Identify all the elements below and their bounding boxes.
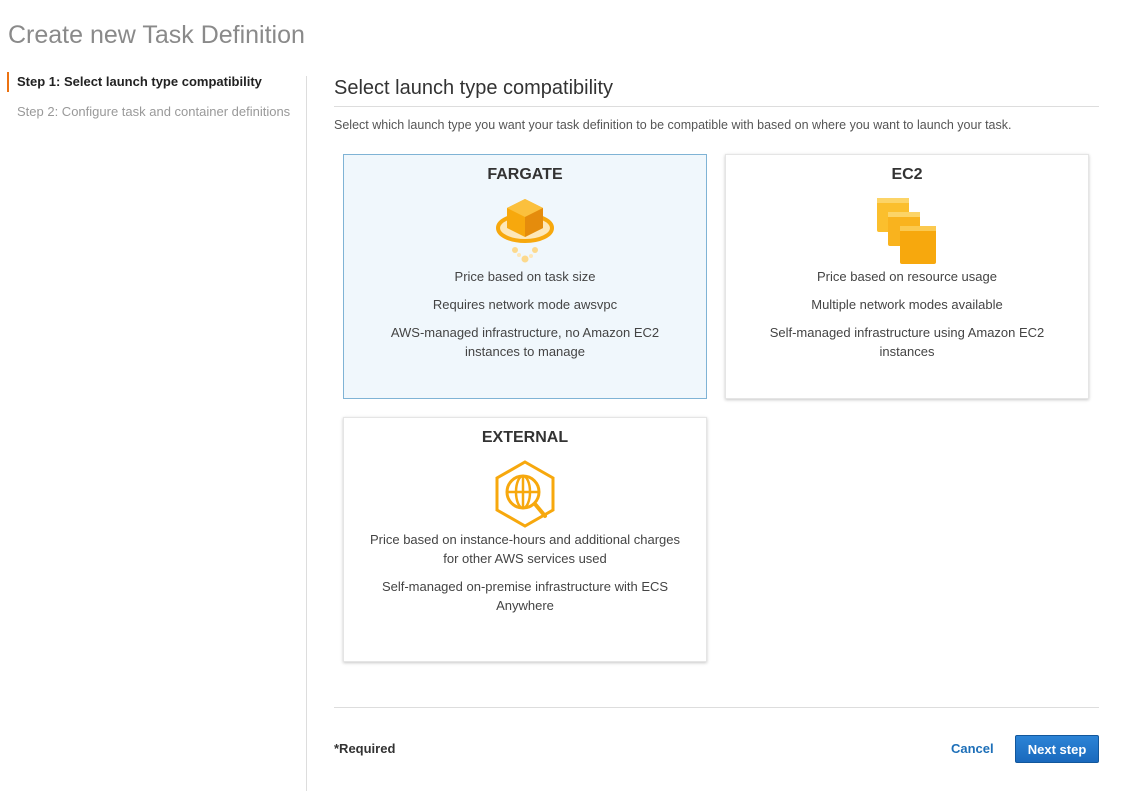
ec2-card[interactable]: EC2 Price based on resource usage Multip… bbox=[725, 154, 1089, 399]
step-2-configure-task[interactable]: Step 2: Configure task and container def… bbox=[7, 102, 297, 122]
fargate-card[interactable]: FARGATE Price based on task size Require… bbox=[343, 154, 707, 399]
feature-line: Requires network mode awsvpc bbox=[432, 297, 618, 312]
card-features: Price based on task size Requires networ… bbox=[362, 267, 688, 370]
step-1-launch-type[interactable]: Step 1: Select launch type compatibility bbox=[7, 72, 297, 92]
card-title: EC2 bbox=[891, 166, 923, 183]
feature-line: Price based on task size bbox=[454, 269, 596, 284]
cancel-button[interactable]: Cancel bbox=[951, 741, 994, 756]
feature-line: Self-managed infrastructure using Amazon… bbox=[769, 325, 1045, 359]
feature-line: Self-managed on-premise infrastructure w… bbox=[381, 579, 669, 613]
feature-line: Multiple network modes available bbox=[811, 297, 1003, 312]
section-description: Select which launch type you want your t… bbox=[334, 118, 1012, 132]
card-title: FARGATE bbox=[487, 166, 563, 183]
external-anywhere-icon bbox=[489, 458, 561, 530]
card-title: EXTERNAL bbox=[481, 429, 569, 446]
vertical-divider bbox=[306, 76, 307, 791]
card-features: Price based on resource usage Multiple n… bbox=[744, 267, 1070, 370]
feature-line: Price based on instance-hours and additi… bbox=[369, 532, 681, 566]
external-card[interactable]: EXTERNAL Price based on instance-hours a… bbox=[343, 417, 707, 662]
feature-line: AWS-managed infrastructure, no Amazon EC… bbox=[390, 325, 660, 359]
section-divider bbox=[334, 106, 1099, 107]
section-title: Select launch type compatibility bbox=[334, 77, 614, 99]
page-title: Create new Task Definition bbox=[8, 21, 305, 49]
ec2-instances-icon bbox=[871, 195, 943, 267]
required-note: *Required bbox=[334, 741, 396, 756]
wizard-steps: Step 1: Select launch type compatibility… bbox=[7, 72, 297, 132]
feature-line: Price based on resource usage bbox=[817, 269, 997, 284]
card-features: Price based on instance-hours and additi… bbox=[362, 530, 688, 624]
footer-divider bbox=[334, 707, 1099, 708]
next-step-button[interactable]: Next step bbox=[1015, 735, 1099, 763]
fargate-icon bbox=[489, 195, 561, 267]
